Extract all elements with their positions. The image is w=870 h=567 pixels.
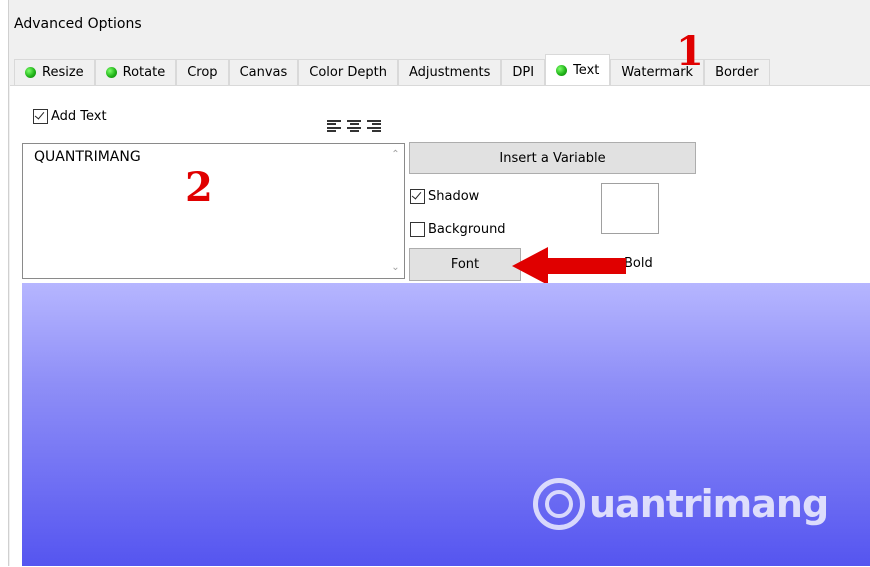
insert-variable-button[interactable]: Insert a Variable	[409, 142, 696, 174]
text-alignment-group	[327, 120, 381, 132]
background-option[interactable]: Background	[410, 222, 506, 237]
text-scrollbar[interactable]: ⌃ ⌄	[387, 144, 404, 278]
tab-resize[interactable]: Resize	[14, 59, 95, 85]
shadow-label: Shadow	[428, 189, 480, 204]
tab-canvas[interactable]: Canvas	[228, 59, 299, 85]
tab-dpi[interactable]: DPI	[501, 59, 546, 85]
tab-color-depth[interactable]: Color Depth	[298, 59, 398, 85]
background-checkbox[interactable]	[410, 222, 425, 237]
tab-text[interactable]: Text	[545, 54, 611, 85]
bold-label: Bold	[624, 256, 653, 271]
tab-adjustments[interactable]: Adjustments	[397, 59, 502, 85]
tab-border[interactable]: Border	[704, 59, 770, 85]
font-button[interactable]: Font	[409, 248, 521, 281]
annotation-number-2: 2	[185, 164, 213, 211]
shadow-checkbox[interactable]	[410, 189, 425, 204]
text-value: QUANTRIMANG	[34, 149, 141, 165]
add-text-checkbox[interactable]	[33, 109, 48, 124]
shadow-option[interactable]: Shadow	[410, 189, 479, 204]
tab-rotate[interactable]: Rotate	[94, 59, 177, 85]
text-input-area[interactable]: QUANTRIMANG ⌃ ⌄	[22, 143, 405, 279]
scroll-down-icon[interactable]: ⌄	[387, 259, 404, 276]
window-title: Advanced Options	[14, 16, 142, 32]
tab-bar: Resize Rotate Crop Canvas Color Depth Ad…	[14, 54, 770, 86]
lightbulb-logo-icon	[533, 478, 585, 530]
add-text-option[interactable]: Add Text	[33, 109, 107, 124]
background-label: Background	[428, 222, 506, 237]
annotation-number-1: 1	[676, 28, 704, 75]
align-right-icon[interactable]	[367, 120, 381, 132]
align-left-icon[interactable]	[327, 120, 341, 132]
site-watermark: uantrimang	[533, 478, 829, 530]
add-text-label: Add Text	[51, 109, 107, 124]
align-center-icon[interactable]	[347, 120, 361, 132]
status-dot-icon	[556, 64, 568, 76]
color-swatch[interactable]	[601, 183, 659, 234]
status-dot-icon	[105, 67, 117, 78]
scroll-up-icon[interactable]: ⌃	[387, 146, 404, 163]
tab-crop[interactable]: Crop	[176, 59, 229, 85]
watermark-text: uantrimang	[589, 482, 829, 526]
status-dot-icon	[25, 67, 36, 78]
